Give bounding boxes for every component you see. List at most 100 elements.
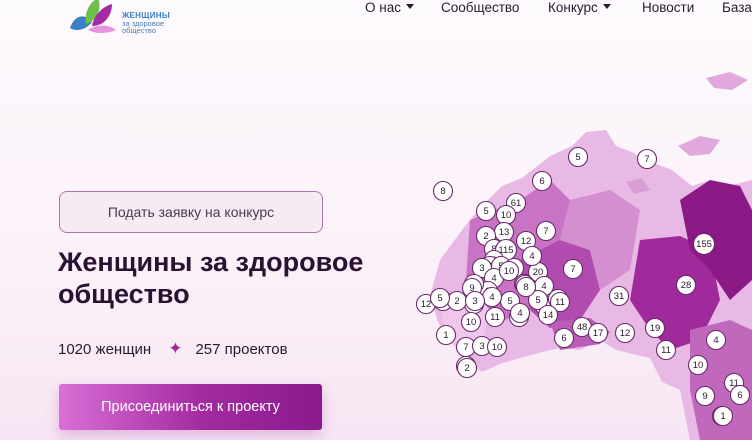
map-marker[interactable]: 14	[537, 304, 559, 326]
map-marker[interactable]: 7	[535, 220, 557, 242]
map-marker[interactable]: 4	[705, 329, 727, 351]
map-marker-label: 5	[535, 295, 540, 306]
map-marker-label: 4	[529, 251, 534, 262]
join-project-button[interactable]: Присоединиться к проекту	[59, 384, 322, 430]
main-nav: О нас Сообщество Конкурс Новости База	[0, 0, 752, 24]
map-marker[interactable]: 155	[692, 232, 716, 256]
map-marker[interactable]: 1	[712, 405, 734, 427]
nav-item-about[interactable]: О нас	[365, 0, 414, 15]
map-marker[interactable]: 8	[432, 180, 454, 202]
map-marker[interactable]: 6	[729, 384, 751, 406]
map-marker-label: 10	[693, 360, 704, 371]
map-marker-label: 7	[543, 226, 548, 237]
map-marker[interactable]: 9	[694, 385, 716, 407]
map-marker[interactable]: 7	[562, 258, 584, 280]
map-marker-label: 1	[720, 411, 725, 422]
map-marker-label: 17	[593, 328, 604, 339]
map-marker-label: 11	[555, 297, 565, 308]
map-marker-label: 19	[650, 323, 661, 334]
map-marker-label: 10	[466, 317, 477, 328]
map-marker-label: 2	[483, 231, 488, 242]
chevron-down-icon	[405, 3, 414, 9]
nav-item-community[interactable]: Сообщество	[441, 0, 519, 15]
map-marker-label: 7	[463, 342, 468, 353]
nav-item-base[interactable]: База	[722, 0, 752, 15]
page-title: Женщины за здоровое общество	[58, 247, 364, 309]
projects-count: 257 проектов	[195, 340, 288, 358]
map-marker-label: 28	[681, 280, 692, 291]
map-marker[interactable]: 5	[567, 146, 589, 168]
map-marker[interactable]: 10	[498, 260, 520, 282]
map-marker-label: 13	[499, 227, 510, 238]
map-marker-label: 3	[479, 263, 484, 274]
map-marker[interactable]: 19	[644, 317, 666, 339]
map-marker[interactable]: 12	[614, 322, 636, 344]
map-marker[interactable]: 5	[429, 287, 451, 309]
map-marker-label: 10	[504, 266, 515, 277]
map-marker[interactable]: 11	[484, 306, 506, 328]
map-marker-label: 5	[483, 206, 488, 217]
map-marker-label: 8	[440, 186, 445, 197]
chevron-down-icon	[602, 3, 611, 9]
map-marker[interactable]: 4	[521, 245, 543, 267]
map-marker-label: 2	[454, 296, 459, 307]
map-marker[interactable]: 5	[475, 200, 497, 222]
apply-contest-button[interactable]: Подать заявку на конкурс	[59, 191, 323, 233]
map-marker-label: 4	[541, 281, 546, 292]
map-marker-label: 3	[472, 296, 477, 307]
map-marker-label: 11	[661, 345, 671, 356]
map-marker[interactable]: 31	[608, 285, 630, 307]
map-marker-label: 7	[644, 154, 649, 165]
map-marker[interactable]: 4	[509, 302, 531, 324]
map-marker-label: 8	[523, 282, 528, 293]
map-marker[interactable]: 3	[464, 290, 486, 312]
map-marker-label: 10	[501, 210, 512, 221]
map-marker-label: 5	[437, 293, 442, 304]
map-marker-label: 1	[443, 330, 448, 341]
sparkle-icon: ✦	[168, 339, 183, 358]
nav-item-contest[interactable]: Конкурс	[548, 0, 611, 15]
map-marker-label: 14	[543, 310, 554, 321]
map-marker[interactable]: 10	[687, 354, 709, 376]
russia-map[interactable]: 8567615101327128115235204753341025345494…	[410, 60, 752, 440]
map-marker[interactable]: 4	[481, 286, 503, 308]
map-marker-label: 12	[421, 299, 432, 310]
map-marker[interactable]: 10	[495, 204, 517, 226]
map-marker-label: 3	[479, 341, 484, 352]
map-marker[interactable]: 2	[446, 290, 468, 312]
map-marker-label: 2	[464, 363, 469, 374]
map-marker[interactable]: 11	[655, 339, 677, 361]
map-marker-label: 10	[492, 342, 503, 353]
map-marker[interactable]: 1	[435, 324, 457, 346]
map-marker-label: 12	[620, 328, 631, 339]
map-marker-label: 12	[521, 236, 532, 247]
map-marker-label: 4	[517, 308, 522, 319]
map-marker-label: 4	[713, 335, 718, 346]
map-marker[interactable]: 13	[493, 221, 515, 243]
map-marker[interactable]: 28	[675, 274, 697, 296]
map-marker-label: 9	[702, 391, 707, 402]
map-marker-label: 4	[489, 292, 494, 303]
map-marker[interactable]: 6	[553, 327, 575, 349]
map-marker-label: 6	[737, 390, 742, 401]
map-marker-label: 6	[539, 176, 544, 187]
map-marker-label: 31	[614, 291, 625, 302]
logo-line-3: общество	[122, 26, 156, 35]
map-marker[interactable]: 2	[456, 357, 478, 379]
women-count: 1020 женщин	[58, 340, 152, 358]
map-marker[interactable]: 7	[636, 148, 658, 170]
map-marker[interactable]: 6	[531, 170, 553, 192]
map-marker-label: 155	[696, 239, 712, 250]
stats-row: 1020 женщин ✦ 257 проектов	[58, 339, 288, 359]
map-marker[interactable]: 17	[587, 322, 609, 344]
map-marker-label: 5	[507, 296, 512, 307]
map-island	[706, 72, 748, 90]
map-marker[interactable]: 10	[486, 336, 508, 358]
map-marker[interactable]: 10	[460, 311, 482, 333]
map-marker[interactable]: 8	[515, 276, 537, 298]
nav-item-news[interactable]: Новости	[642, 0, 694, 15]
map-marker-label: 5	[575, 152, 580, 163]
map-island	[678, 136, 720, 156]
map-marker-label: 48	[577, 322, 588, 333]
map-marker-label: 11	[490, 312, 500, 323]
